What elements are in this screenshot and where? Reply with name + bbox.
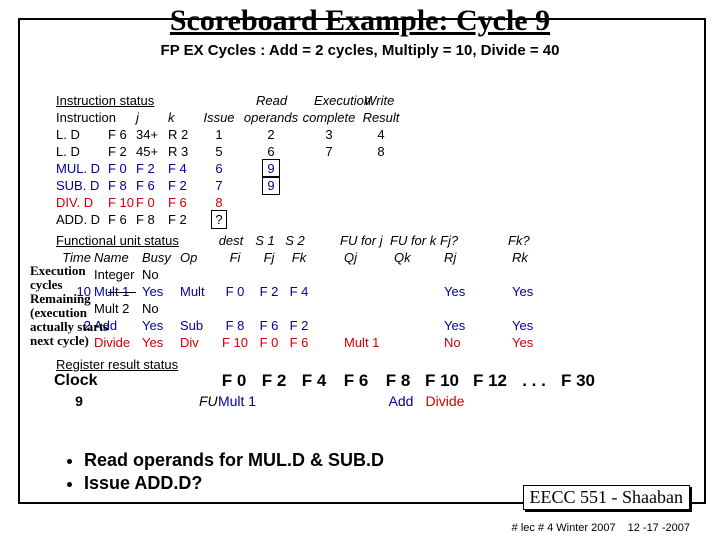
reg-table: Clock F 0 F 2 F 4 F 6 F 8 F 10 F 12 . . …	[54, 372, 602, 410]
col-exec: Execution	[314, 92, 371, 109]
instr-row: SUB. DF 8F 6F 279	[56, 177, 404, 194]
execution-note: Execution cycles Remaining (execution ac…	[30, 264, 110, 348]
instr-row: L. DF 634+R 21234	[56, 126, 404, 143]
instr-row: MUL. DF 0F 2F 469	[56, 160, 404, 177]
lecture-footer: # lec # 4 Winter 200712 -17 -2007	[500, 522, 690, 534]
instr-rows: L. DF 634+R 21234 L. DF 245+R 35678 MUL.…	[56, 126, 404, 228]
instr-row: DIV. DF 10F 0F 68	[56, 194, 404, 211]
fu-label: FU	[199, 393, 217, 410]
bullet-item: Issue ADD.D?	[84, 473, 384, 494]
course-footer: EECC 551 - Shaaban	[523, 485, 690, 510]
clock-label: Clock	[54, 372, 124, 389]
arrow-icon	[108, 292, 136, 293]
reg-heading: Register result status	[56, 356, 178, 373]
instr-header-row: Instruction j k Issue operands complete …	[56, 109, 404, 126]
instr-row: ADD. DF 6F 8F 2?	[56, 211, 404, 228]
col-write: Write	[364, 92, 394, 109]
bullet-item: Read operands for MUL.D & SUB.D	[84, 450, 384, 471]
clock-cycle: 9	[54, 393, 104, 410]
instr-row: L. DF 245+R 35678	[56, 143, 404, 160]
instr-status-heading: Instruction status	[56, 92, 154, 109]
col-read: Read	[256, 92, 287, 109]
bullet-list: Read operands for MUL.D & SUB.D Issue AD…	[44, 448, 384, 496]
